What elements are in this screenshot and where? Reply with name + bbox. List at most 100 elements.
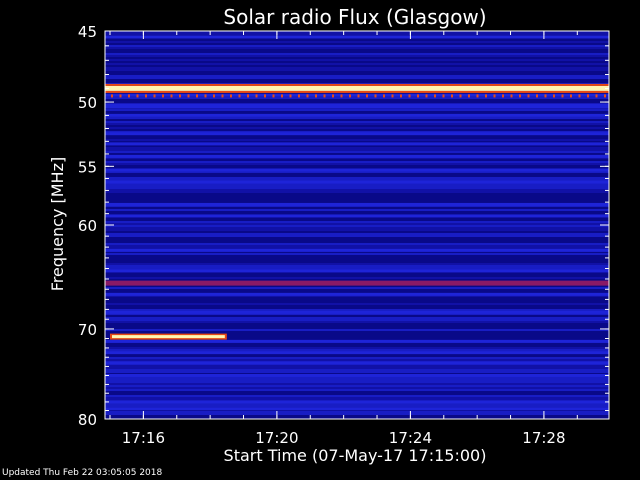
texture-row bbox=[105, 161, 609, 163]
texture-row bbox=[105, 119, 609, 121]
texture-row bbox=[105, 343, 609, 345]
texture-row bbox=[105, 231, 609, 233]
texture-row bbox=[105, 63, 609, 65]
texture-row bbox=[105, 69, 609, 71]
texture-row bbox=[105, 177, 609, 179]
texture-row bbox=[105, 309, 609, 311]
frequency-band bbox=[105, 373, 609, 377]
band-dot bbox=[340, 94, 343, 98]
texture-row bbox=[105, 127, 609, 129]
frequency-band bbox=[105, 103, 609, 109]
y-tick-label: 80 bbox=[78, 411, 97, 429]
texture-row bbox=[105, 383, 609, 385]
texture-row bbox=[105, 247, 609, 249]
chart-title: Solar radio Flux (Glasgow) bbox=[223, 5, 486, 29]
texture-row bbox=[105, 235, 609, 237]
texture-row bbox=[105, 101, 609, 103]
texture-row bbox=[105, 291, 609, 293]
x-tick-label: 17:24 bbox=[389, 429, 432, 447]
frequency-band bbox=[105, 292, 609, 296]
texture-row bbox=[105, 81, 609, 83]
texture-row bbox=[105, 317, 609, 319]
band-dot bbox=[493, 94, 496, 98]
texture-row bbox=[105, 307, 609, 309]
texture-row bbox=[105, 395, 609, 397]
texture-row bbox=[105, 239, 609, 241]
band-dot bbox=[315, 94, 317, 98]
y-tick-label: 45 bbox=[78, 23, 97, 41]
texture-row bbox=[105, 223, 609, 225]
texture-row bbox=[105, 65, 609, 67]
frequency-band bbox=[105, 280, 609, 286]
texture-row bbox=[105, 57, 609, 59]
texture-row bbox=[105, 261, 609, 263]
band-dot bbox=[238, 94, 241, 98]
band-dot bbox=[111, 94, 113, 98]
band-dot bbox=[306, 94, 309, 98]
frequency-band bbox=[105, 310, 609, 314]
texture-row bbox=[105, 163, 609, 165]
texture-row bbox=[105, 199, 609, 201]
band-dot bbox=[510, 94, 513, 98]
band-dot bbox=[383, 94, 385, 98]
texture-row bbox=[105, 349, 609, 351]
band-dot bbox=[434, 94, 436, 98]
texture-row bbox=[105, 301, 609, 303]
texture-row bbox=[105, 193, 609, 195]
texture-row bbox=[105, 327, 609, 329]
texture-row bbox=[105, 67, 609, 69]
texture-row bbox=[105, 129, 609, 131]
band-dot bbox=[187, 94, 190, 98]
frequency-band bbox=[105, 339, 609, 343]
texture-row bbox=[105, 117, 609, 119]
x-tick-label: 17:16 bbox=[122, 429, 165, 447]
texture-row bbox=[105, 387, 609, 389]
texture-row bbox=[105, 315, 609, 317]
texture-row bbox=[105, 151, 609, 153]
y-tick-label: 60 bbox=[78, 217, 97, 235]
texture-row bbox=[105, 137, 609, 139]
texture-row bbox=[105, 347, 609, 349]
texture-row bbox=[105, 123, 609, 125]
texture-row bbox=[105, 393, 609, 395]
texture-row bbox=[105, 229, 609, 231]
texture-row bbox=[105, 245, 609, 247]
texture-row bbox=[105, 265, 609, 267]
band-dot bbox=[604, 94, 606, 98]
band-dot bbox=[544, 94, 547, 98]
band-dot bbox=[213, 94, 215, 98]
texture-row bbox=[105, 51, 609, 53]
band-dot bbox=[170, 94, 173, 98]
band-dot bbox=[128, 94, 130, 98]
band-dot bbox=[255, 94, 258, 98]
band-dot bbox=[587, 94, 589, 98]
band-dot bbox=[204, 94, 207, 98]
band-dot bbox=[374, 94, 377, 98]
texture-row bbox=[105, 109, 609, 111]
band-dot bbox=[230, 94, 232, 98]
band-dot bbox=[408, 94, 411, 98]
band-dot bbox=[502, 94, 504, 98]
band-dot bbox=[332, 94, 334, 98]
texture-row bbox=[105, 41, 609, 43]
band-dot bbox=[451, 94, 453, 98]
heatmap-area bbox=[105, 31, 609, 419]
x-axis-label: Start Time (07-May-17 17:15:00) bbox=[224, 446, 487, 465]
band-dot bbox=[468, 94, 470, 98]
band-dot bbox=[264, 94, 266, 98]
texture-row bbox=[105, 173, 609, 175]
band-dot bbox=[536, 94, 538, 98]
frequency-band bbox=[105, 132, 609, 136]
texture-row bbox=[105, 243, 609, 245]
band-dot bbox=[145, 94, 147, 98]
texture-row bbox=[105, 125, 609, 127]
texture-row bbox=[105, 377, 609, 379]
texture-row bbox=[105, 385, 609, 387]
texture-row bbox=[105, 233, 609, 235]
frequency-band bbox=[105, 113, 609, 117]
texture-row bbox=[105, 99, 609, 101]
band-dot bbox=[323, 94, 326, 98]
updated-timestamp: Updated Thu Feb 22 03:05:05 2018 bbox=[2, 468, 163, 478]
texture-row bbox=[105, 325, 609, 327]
band-dot bbox=[272, 94, 275, 98]
